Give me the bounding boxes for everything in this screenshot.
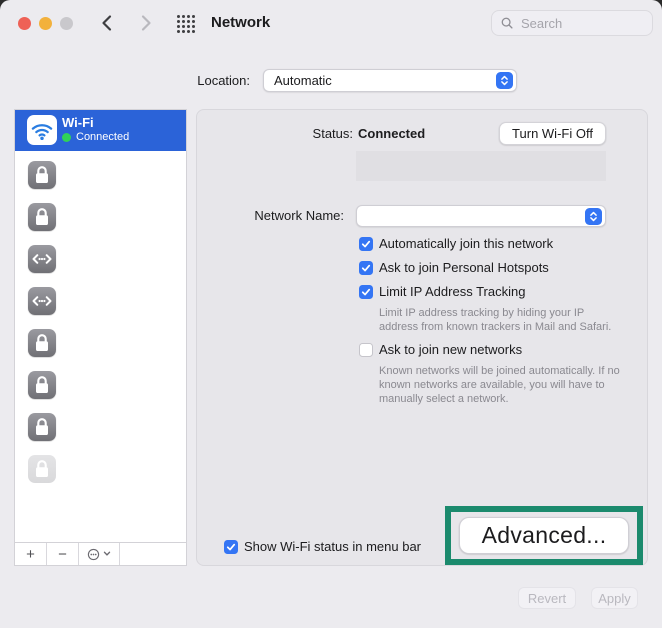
sidebar-item-lock[interactable] <box>15 329 186 371</box>
popup-stepper-icon <box>496 72 513 89</box>
lock-icon <box>28 455 56 483</box>
action-menu-icon <box>87 548 100 561</box>
revert-button[interactable]: Revert <box>518 587 576 609</box>
lock-icon <box>28 161 56 189</box>
lock-icon <box>28 371 56 399</box>
remove-service-button[interactable]: − <box>47 543 79 565</box>
search-input[interactable] <box>519 15 633 32</box>
apply-button[interactable]: Apply <box>591 587 638 609</box>
chevron-right-icon <box>135 13 155 33</box>
checkbox-row-auto-join[interactable]: Automatically join this network <box>359 236 553 251</box>
lock-icon <box>28 329 56 357</box>
location-label: Location: <box>120 73 250 88</box>
add-service-button[interactable]: + <box>15 543 47 565</box>
show-all-preferences-button[interactable] <box>176 14 196 34</box>
sidebar-item-lock[interactable] <box>15 455 186 497</box>
sidebar-item-lock[interactable] <box>15 371 186 413</box>
services-sidebar: Wi-Fi Connected + − <box>14 109 187 566</box>
sidebar-toolbar: + − <box>15 542 186 565</box>
check-icon <box>225 541 237 553</box>
ethernet-icon <box>28 287 56 315</box>
check-icon <box>360 238 372 250</box>
popup-stepper-icon <box>585 208 602 225</box>
lock-icon <box>28 203 56 231</box>
services-list: Wi-Fi Connected <box>15 110 186 543</box>
location-value: Automatic <box>274 73 496 88</box>
close-window-button[interactable] <box>18 17 31 30</box>
sidebar-item-ethernet[interactable] <box>15 245 186 287</box>
checkbox[interactable] <box>359 343 373 357</box>
title-bar: Network <box>0 0 662 48</box>
network-name-popup[interactable] <box>356 205 606 227</box>
lock-icon <box>28 413 56 441</box>
toolbar-spacer <box>120 543 186 565</box>
zoom-window-button <box>60 17 73 30</box>
checkbox-row-personal-hotspots[interactable]: Ask to join Personal Hotspots <box>359 260 549 275</box>
back-button[interactable] <box>98 13 118 33</box>
checkbox[interactable] <box>359 285 373 299</box>
window-title: Network <box>211 14 270 31</box>
checkbox-row-ask-new-networks[interactable]: Ask to join new networks <box>359 342 522 357</box>
sidebar-item-ethernet[interactable] <box>15 287 186 329</box>
chevron-left-icon <box>98 13 118 33</box>
status-value: Connected <box>358 126 425 141</box>
forward-button[interactable] <box>135 13 155 33</box>
network-name-label: Network Name: <box>197 208 344 223</box>
service-name: Wi-Fi <box>62 115 94 130</box>
sidebar-item-wifi[interactable]: Wi-Fi Connected <box>15 110 186 151</box>
sidebar-item-lock[interactable] <box>15 161 186 203</box>
checkbox-row-limit-ip-tracking[interactable]: Limit IP Address Tracking <box>359 284 525 299</box>
status-label: Status: <box>197 126 353 141</box>
limit-ip-tracking-note: Limit IP address tracking by hiding your… <box>379 306 619 334</box>
checkbox[interactable] <box>224 540 238 554</box>
sidebar-item-lock[interactable] <box>15 413 186 455</box>
turn-wifi-off-button[interactable]: Turn Wi-Fi Off <box>499 122 606 145</box>
service-status: Connected <box>62 131 129 143</box>
status-detail-redacted <box>356 151 606 181</box>
connected-dot-icon <box>62 133 71 142</box>
checkbox-row-show-wifi-status[interactable]: Show Wi-Fi status in menu bar <box>224 539 421 554</box>
checkbox[interactable] <box>359 261 373 275</box>
action-menu-button[interactable] <box>79 543 120 565</box>
traffic-lights <box>18 17 73 30</box>
network-preferences-window: Network Location: Automatic <box>0 0 662 628</box>
grid-icon <box>176 14 196 34</box>
annotation-highlight-box: Advanced... <box>445 506 643 565</box>
sidebar-item-lock[interactable] <box>15 203 186 245</box>
advanced-button[interactable]: Advanced... <box>459 517 629 554</box>
check-icon <box>360 262 372 274</box>
check-icon <box>360 286 372 298</box>
ask-new-networks-note: Known networks will be joined automatica… <box>379 364 635 406</box>
minimize-window-button[interactable] <box>39 17 52 30</box>
search-field[interactable] <box>491 10 653 36</box>
wifi-icon <box>27 115 57 145</box>
wifi-settings-panel: Status: Connected Turn Wi-Fi Off Network… <box>196 109 648 566</box>
location-popup[interactable]: Automatic <box>263 69 517 92</box>
chevron-down-icon <box>103 551 111 557</box>
checkbox[interactable] <box>359 237 373 251</box>
ethernet-icon <box>28 245 56 273</box>
search-icon <box>500 16 514 30</box>
